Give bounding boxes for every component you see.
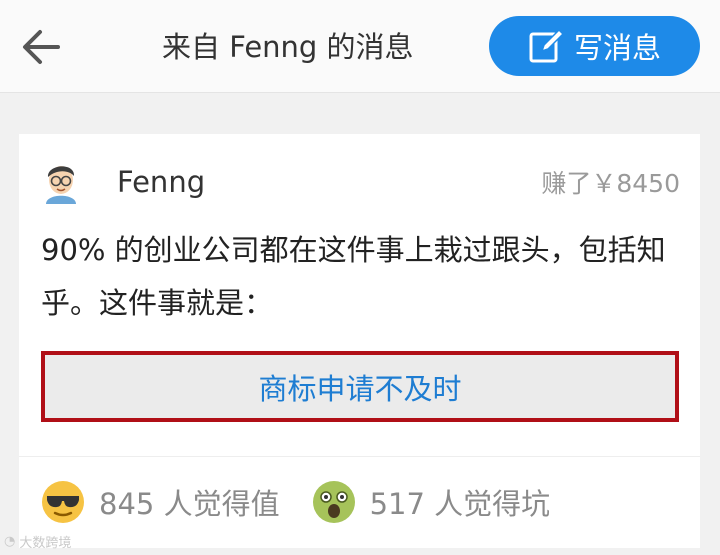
watermark: ◔ 大数跨境 — [4, 532, 71, 551]
author-name: Fenng — [117, 165, 206, 199]
reaction-worth[interactable]: 845 人觉得值 — [41, 480, 280, 524]
message-text: 90% 的创业公司都在这件事上栽过跟头，包括知乎。这件事就是： — [41, 233, 666, 320]
back-button[interactable] — [18, 24, 64, 70]
watermark-text: 大数跨境 — [19, 536, 72, 551]
reaction-pit-label: 517 人觉得坑 — [369, 487, 551, 521]
compose-label: 写消息 — [573, 31, 661, 65]
earnings-label: 赚了￥8450 — [541, 169, 680, 198]
page-title: 来自 Fenng 的消息 — [162, 30, 414, 64]
author-row[interactable]: Fenng — [41, 160, 205, 204]
avatar — [46, 166, 76, 204]
divider — [19, 456, 700, 457]
message-card: Fenng 赚了￥8450 90% 的创业公司都在这件事上栽过跟头，包括知乎。这… — [19, 134, 700, 548]
top-bar: 来自 Fenng 的消息 写消息 — [0, 0, 720, 93]
edit-icon — [529, 28, 564, 63]
compose-message-button[interactable]: 写消息 — [489, 16, 700, 76]
back-arrow-icon — [23, 30, 60, 64]
answer-text: 商标申请不及时 — [258, 371, 462, 406]
reactions-row: 845 人觉得值 517 人觉得坑 — [41, 480, 550, 524]
answer-box[interactable]: 商标申请不及时 — [41, 351, 679, 422]
shocked-face-icon — [312, 481, 355, 523]
watermark-logo-icon: ◔ — [4, 534, 16, 549]
reaction-pit[interactable]: 517 人觉得坑 — [312, 480, 551, 524]
cool-face-icon — [42, 481, 84, 523]
reaction-worth-label: 845 人觉得值 — [99, 487, 280, 521]
